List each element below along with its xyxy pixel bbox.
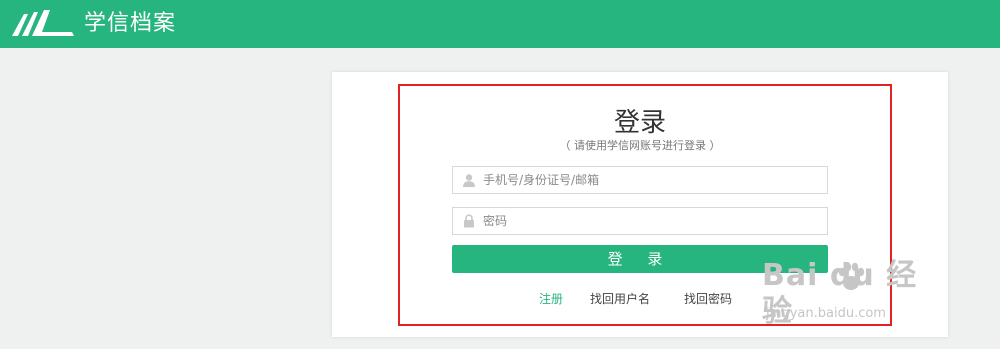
username-field[interactable]	[452, 166, 828, 194]
lock-icon	[464, 214, 474, 228]
recover-password-link[interactable]: 找回密码	[684, 291, 732, 307]
brand-title: 学信档案	[84, 11, 177, 36]
open-book-logo-icon	[12, 10, 74, 36]
paw-icon	[838, 262, 865, 290]
user-icon	[463, 174, 475, 187]
watermark-sub: jingyan.baidu.com	[766, 306, 886, 321]
top-header-bar: 学信档案	[0, 0, 1000, 48]
password-field[interactable]	[452, 207, 828, 235]
password-input[interactable]	[483, 211, 813, 231]
login-title: 登录	[613, 108, 666, 138]
login-hint: （ 请使用学信网账号进行登录 ）	[559, 139, 721, 152]
recover-username-link[interactable]: 找回用户名	[590, 291, 650, 307]
username-input[interactable]	[483, 170, 813, 190]
baidu-watermark: Bai du 经验 jingyan.baidu.com	[762, 258, 942, 330]
register-link[interactable]: 注册	[539, 291, 563, 307]
